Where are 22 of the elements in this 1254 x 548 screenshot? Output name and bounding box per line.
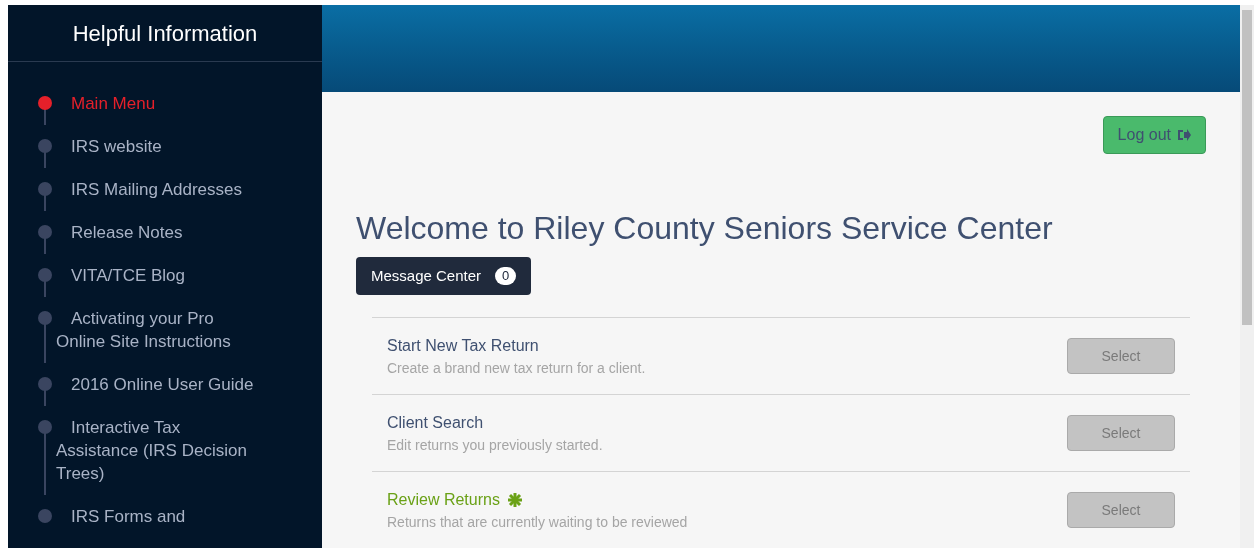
sidebar-link[interactable]: Release Notes	[56, 221, 183, 244]
asterisk-icon	[507, 492, 522, 507]
task-title: Client Search	[387, 412, 484, 433]
welcome-heading: Welcome to Riley County Seniors Service Center	[356, 209, 1054, 248]
task-description: Returns that are currently waiting to be reviewed	[387, 512, 688, 532]
task-title: Review Returns	[387, 489, 500, 510]
message-count-badge: 0	[495, 267, 517, 285]
scrollbar[interactable]	[1240, 5, 1254, 548]
sidebar-link[interactable]: Interactive Tax Assistance (IRS Decision Trees)	[56, 416, 264, 485]
sidebar-link[interactable]: IRS Forms and	[56, 505, 186, 528]
sidebar-link[interactable]: Activating your Pro Online Site Instructions	[56, 307, 264, 353]
task-description: Edit returns you previously started.	[387, 435, 603, 455]
sidebar-link[interactable]: 2016 Online User Guide	[56, 373, 254, 396]
sidebar-title: Helpful Information	[72, 19, 258, 48]
task-description: Create a brand new tax return for a client.	[387, 358, 646, 378]
sidebar-link[interactable]: VITA/TCE Blog	[56, 264, 185, 287]
task-title: Start New Tax Return	[387, 335, 539, 356]
logout-icon	[1177, 129, 1191, 141]
sidebar-link[interactable]: IRS Mailing Addresses	[56, 178, 243, 201]
message-center-button[interactable]: Message Center 0	[356, 257, 532, 295]
sidebar-link[interactable]: IRS website	[56, 135, 162, 158]
sidebar-link[interactable]: Main Menu	[56, 92, 156, 115]
